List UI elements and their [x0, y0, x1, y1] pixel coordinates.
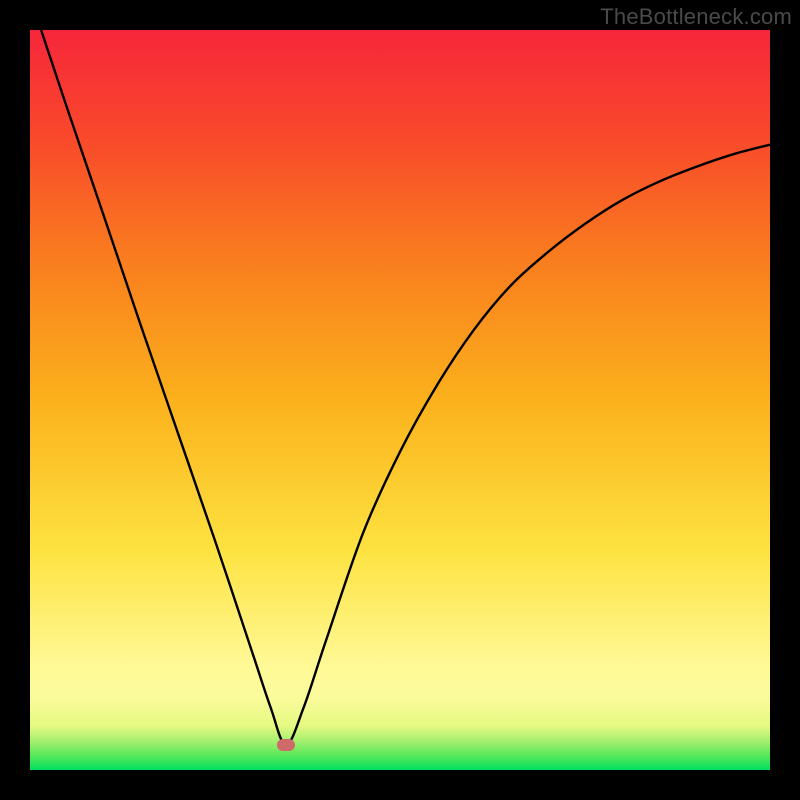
chart-frame: TheBottleneck.com [0, 0, 800, 800]
watermark-text: TheBottleneck.com [600, 4, 792, 30]
bottleneck-curve [41, 30, 770, 745]
minimum-marker [277, 739, 295, 751]
chart-curve-layer [30, 30, 770, 770]
